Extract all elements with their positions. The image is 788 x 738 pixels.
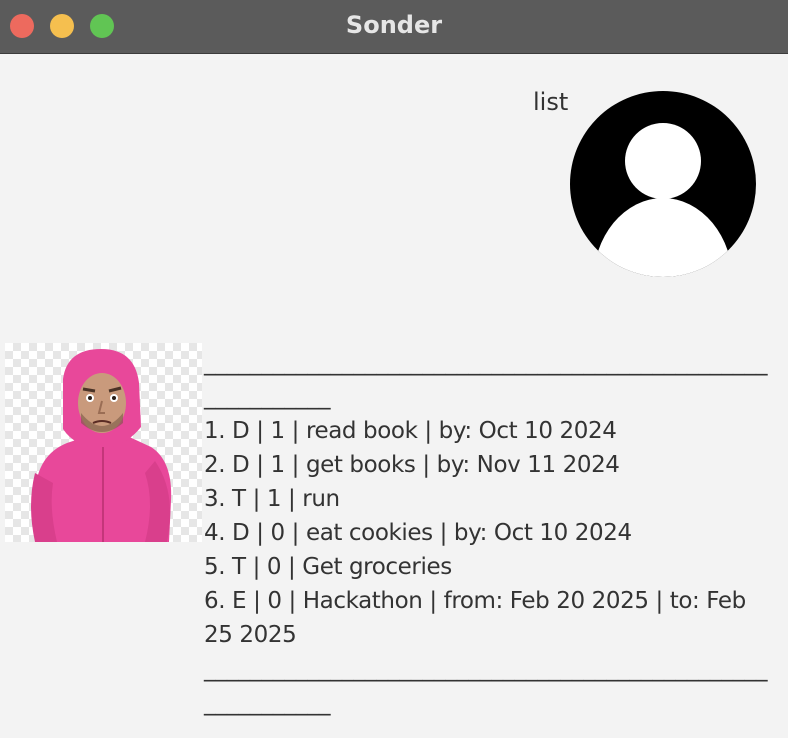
user-avatar-icon — [570, 91, 756, 277]
user-message: list — [533, 88, 569, 116]
title-bar[interactable]: Sonder — [0, 0, 788, 54]
window-title: Sonder — [345, 11, 443, 39]
divider-bottom: ________________________________________… — [204, 656, 768, 716]
task-item-3: 3. T | 1 | run — [204, 486, 340, 512]
task-item-6: 6. E | 0 | Hackathon | from: Feb 20 2025… — [204, 588, 746, 648]
task-item-4: 4. D | 0 | eat cookies | by: Oct 10 2024 — [204, 520, 632, 546]
task-item-1: 1. D | 1 | read book | by: Oct 10 2024 — [204, 418, 617, 444]
task-item-5: 5. T | 0 | Get groceries — [204, 554, 452, 580]
app-window: Sonder list ____________________________… — [0, 0, 788, 738]
divider-top: ________________________________________… — [204, 350, 768, 410]
bot-avatar — [5, 343, 202, 542]
task-item-2: 2. D | 1 | get books | by: Nov 11 2024 — [204, 452, 620, 478]
bot-message: ________________________________________… — [204, 346, 768, 720]
